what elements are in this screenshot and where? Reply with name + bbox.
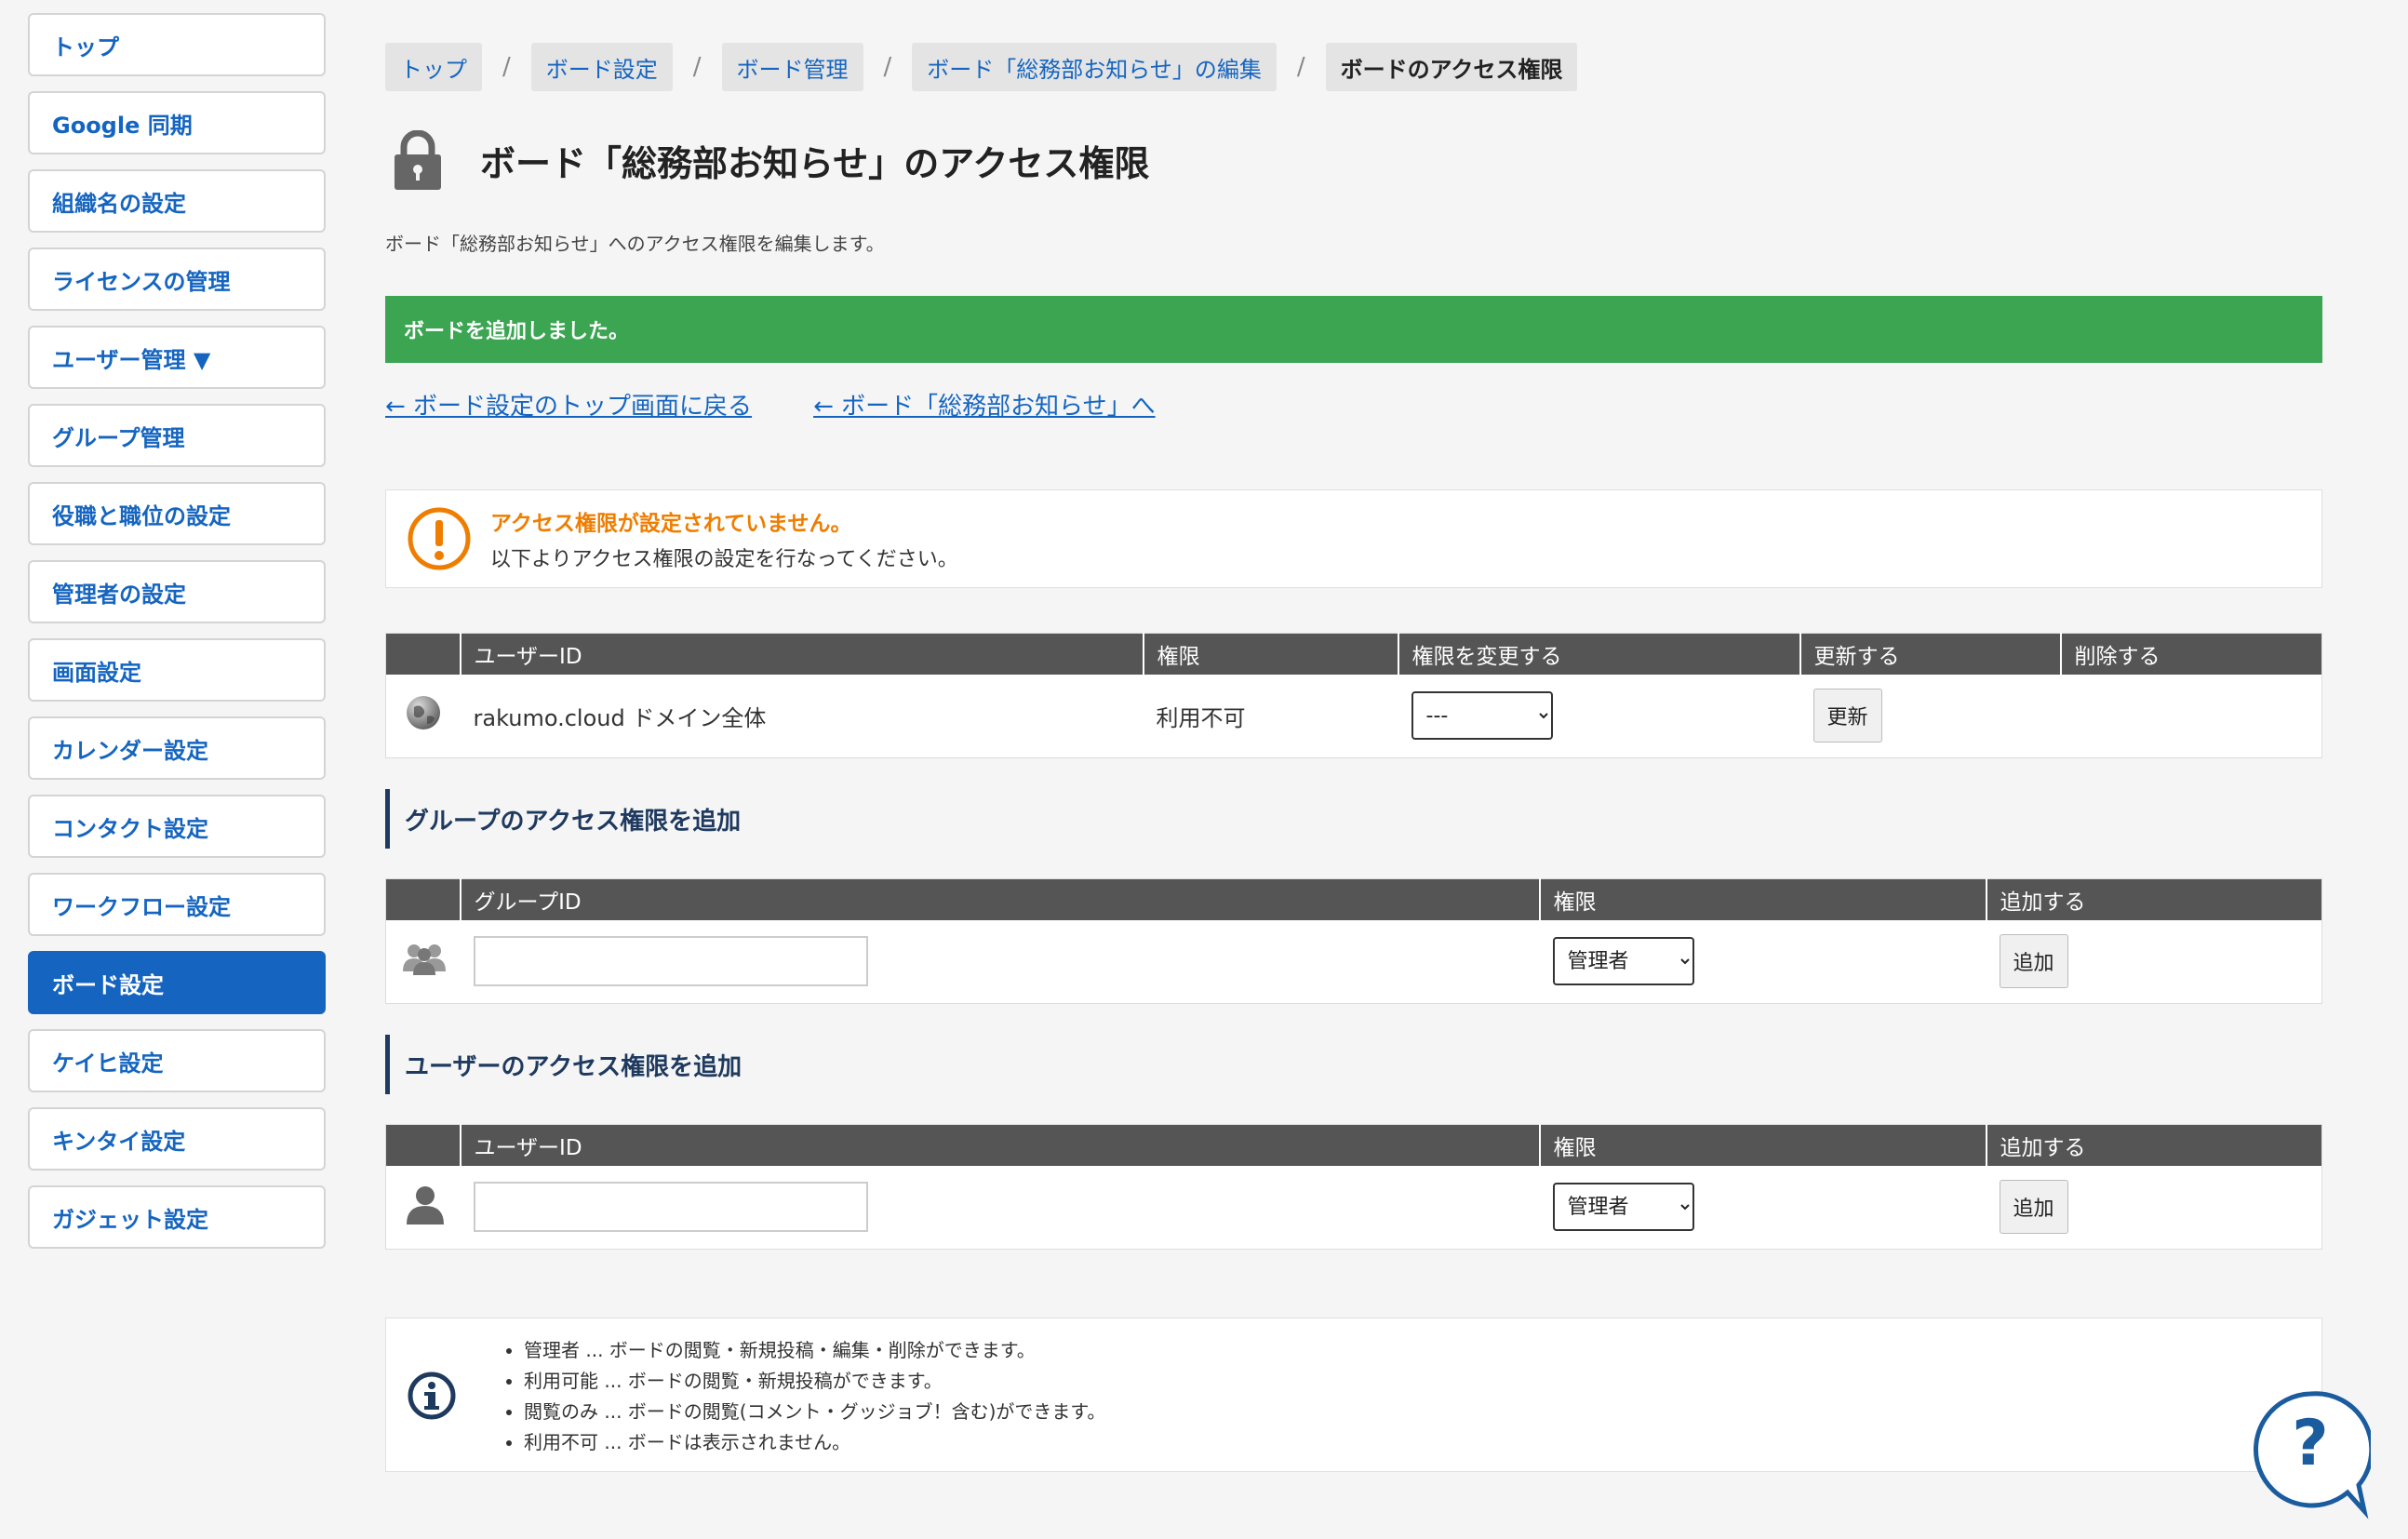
breadcrumb-board-settings[interactable]: ボード設定 xyxy=(530,43,673,91)
sidebar-item-contact[interactable]: コンタクト設定 xyxy=(28,795,326,858)
sidebar-item-google-sync[interactable]: Google 同期 xyxy=(28,91,326,154)
breadcrumb-separator: / xyxy=(502,53,511,81)
breadcrumb-separator: / xyxy=(883,53,892,81)
sidebar-item-kintai[interactable]: キンタイ設定 xyxy=(28,1107,326,1171)
update-button[interactable]: 更新 xyxy=(1813,689,1882,743)
help-button[interactable]: ? xyxy=(2250,1390,2375,1520)
header-icon-cell xyxy=(385,633,461,675)
back-to-top-link[interactable]: ← ボード設定のトップ画面に戻る xyxy=(385,387,752,422)
header-add: 追加する xyxy=(1985,878,2322,920)
help-label: ? xyxy=(2292,1407,2329,1480)
row-input-cell xyxy=(460,1165,1540,1250)
alert-text: アクセス権限が設定されていません。 以下よりアクセス権限の設定を行なってください… xyxy=(490,505,958,572)
row-icon-cell xyxy=(385,1165,461,1250)
group-id-input[interactable] xyxy=(473,936,868,987)
alert-title: アクセス権限が設定されていません。 xyxy=(490,512,852,536)
group-section-heading: グループのアクセス権限を追加 xyxy=(385,789,741,849)
row-permission-cell: 管理者 xyxy=(1539,1165,1987,1250)
row-icon-cell xyxy=(385,674,461,758)
breadcrumb-board-management[interactable]: ボード管理 xyxy=(721,43,863,91)
info-box: 管理者 ... ボードの閲覧・新規投稿・編集・削除ができます。 利用可能 ...… xyxy=(385,1318,2322,1472)
row-input-cell xyxy=(460,919,1540,1004)
group-add-button[interactable]: 追加 xyxy=(1999,934,2068,989)
header-update: 更新する xyxy=(1799,633,2061,675)
info-item-admin: 管理者 ... ボードの閲覧・新規投稿・編集・削除ができます。 xyxy=(524,1335,1105,1366)
table-row: rakumo.cloud ドメイン全体 利用不可 --- 更新 xyxy=(385,674,2322,758)
group-icon xyxy=(403,944,446,976)
globe-icon xyxy=(407,696,440,730)
table-header-row: ユーザーID 権限 追加する xyxy=(385,1124,2322,1166)
exclamation-circle-icon xyxy=(408,507,471,570)
sidebar-item-license[interactable]: ライセンスの管理 xyxy=(28,248,326,311)
header-user-id: ユーザーID xyxy=(459,1124,1540,1166)
sidebar-item-screen[interactable]: 画面設定 xyxy=(28,638,326,702)
breadcrumb-board-edit[interactable]: ボード「総務部お知らせ」の編集 xyxy=(912,43,1277,91)
sidebar: トップ Google 同期 組織名の設定 ライセンスの管理 ユーザー管理 ▼ グ… xyxy=(28,13,326,1264)
info-icon xyxy=(408,1372,456,1420)
sidebar-item-group-management[interactable]: グループ管理 xyxy=(28,404,326,467)
alert-body: 以下よりアクセス権限の設定を行なってください。 xyxy=(490,548,958,571)
row-update-cell: 更新 xyxy=(1799,674,2061,758)
header-delete: 削除する xyxy=(2059,633,2322,675)
sidebar-item-gadget[interactable]: ガジェット設定 xyxy=(28,1185,326,1249)
sidebar-item-board[interactable]: ボード設定 xyxy=(28,951,326,1014)
row-user-id: rakumo.cloud ドメイン全体 xyxy=(460,674,1144,758)
sidebar-item-workflow[interactable]: ワークフロー設定 xyxy=(28,873,326,936)
row-permission: 利用不可 xyxy=(1143,674,1398,758)
row-add-cell: 追加 xyxy=(1986,1165,2322,1250)
user-icon xyxy=(407,1186,444,1225)
header-permission: 権限 xyxy=(1538,878,1987,920)
sidebar-item-calendar[interactable]: カレンダー設定 xyxy=(28,716,326,780)
table-header-row: グループID 権限 追加する xyxy=(385,878,2322,920)
success-message: ボードを追加しました。 xyxy=(385,296,2322,363)
table-header-row: ユーザーID 権限 権限を変更する 更新する 削除する xyxy=(385,633,2322,675)
breadcrumb-separator: / xyxy=(1296,53,1305,81)
sidebar-item-user-management[interactable]: ユーザー管理 ▼ xyxy=(28,326,326,389)
sidebar-item-top[interactable]: トップ xyxy=(28,13,326,76)
row-add-cell: 追加 xyxy=(1986,919,2322,1004)
info-item-unavailable: 利用不可 ... ボードは表示されません。 xyxy=(524,1427,1105,1458)
breadcrumb-top[interactable]: トップ xyxy=(385,43,482,91)
user-id-input[interactable] xyxy=(473,1182,868,1233)
row-icon-cell xyxy=(385,919,461,1004)
sidebar-item-keihi[interactable]: ケイヒ設定 xyxy=(28,1029,326,1092)
sidebar-item-org-name[interactable]: 組織名の設定 xyxy=(28,169,326,233)
group-add-table: グループID 権限 追加する 管理者 追加 xyxy=(385,878,2322,1004)
header-user-id: ユーザーID xyxy=(459,633,1144,675)
lock-icon xyxy=(395,130,441,190)
info-item-view-only: 閲覧のみ ... ボードの閲覧(コメント・グッジョブ！含む)ができます。 xyxy=(524,1397,1105,1427)
table-row: 管理者 追加 xyxy=(385,1165,2322,1250)
header-add: 追加する xyxy=(1985,1124,2322,1166)
user-permission-select[interactable]: 管理者 xyxy=(1552,1183,1694,1232)
permissions-table: ユーザーID 権限 権限を変更する 更新する 削除する rakumo.cloud… xyxy=(385,633,2322,758)
breadcrumb-separator: / xyxy=(692,53,702,81)
header-icon-cell xyxy=(385,878,461,920)
row-permission-cell: 管理者 xyxy=(1539,919,1987,1004)
header-change-permission: 権限を変更する xyxy=(1397,633,1800,675)
user-add-button[interactable]: 追加 xyxy=(1999,1180,2068,1235)
header-permission: 権限 xyxy=(1142,633,1398,675)
info-item-available: 利用可能 ... ボードの閲覧・新規投稿ができます。 xyxy=(524,1366,1105,1397)
user-add-table: ユーザーID 権限 追加する 管理者 追加 xyxy=(385,1124,2322,1250)
page-title: ボード「総務部お知らせ」のアクセス権限 xyxy=(480,142,1150,184)
header-permission: 権限 xyxy=(1538,1124,1987,1166)
header-icon-cell xyxy=(385,1124,461,1166)
title-row: ボード「総務部お知らせ」のアクセス権限 xyxy=(393,127,1149,194)
breadcrumb: トップ / ボード設定 / ボード管理 / ボード「総務部お知らせ」の編集 / … xyxy=(385,43,1578,91)
alert-box: アクセス権限が設定されていません。 以下よりアクセス権限の設定を行なってください… xyxy=(385,489,2322,588)
info-list: 管理者 ... ボードの閲覧・新規投稿・編集・削除ができます。 利用可能 ...… xyxy=(503,1335,1105,1458)
group-permission-select[interactable]: 管理者 xyxy=(1552,937,1694,986)
row-delete-cell xyxy=(2060,674,2322,758)
page-subtitle: ボード「総務部お知らせ」へのアクセス権限を編集します。 xyxy=(385,233,885,255)
sidebar-item-admins[interactable]: 管理者の設定 xyxy=(28,560,326,623)
nav-links: ← ボード設定のトップ画面に戻る ← ボード「総務部お知らせ」へ xyxy=(385,387,1217,422)
breadcrumb-current: ボードのアクセス権限 xyxy=(1325,43,1578,91)
change-permission-select[interactable]: --- xyxy=(1411,691,1553,741)
board-link[interactable]: ← ボード「総務部お知らせ」へ xyxy=(813,387,1156,422)
sidebar-item-positions[interactable]: 役職と職位の設定 xyxy=(28,482,326,545)
table-row: 管理者 追加 xyxy=(385,919,2322,1004)
user-section-heading: ユーザーのアクセス権限を追加 xyxy=(385,1035,742,1094)
header-group-id: グループID xyxy=(459,878,1540,920)
row-change-cell: --- xyxy=(1398,674,1800,758)
